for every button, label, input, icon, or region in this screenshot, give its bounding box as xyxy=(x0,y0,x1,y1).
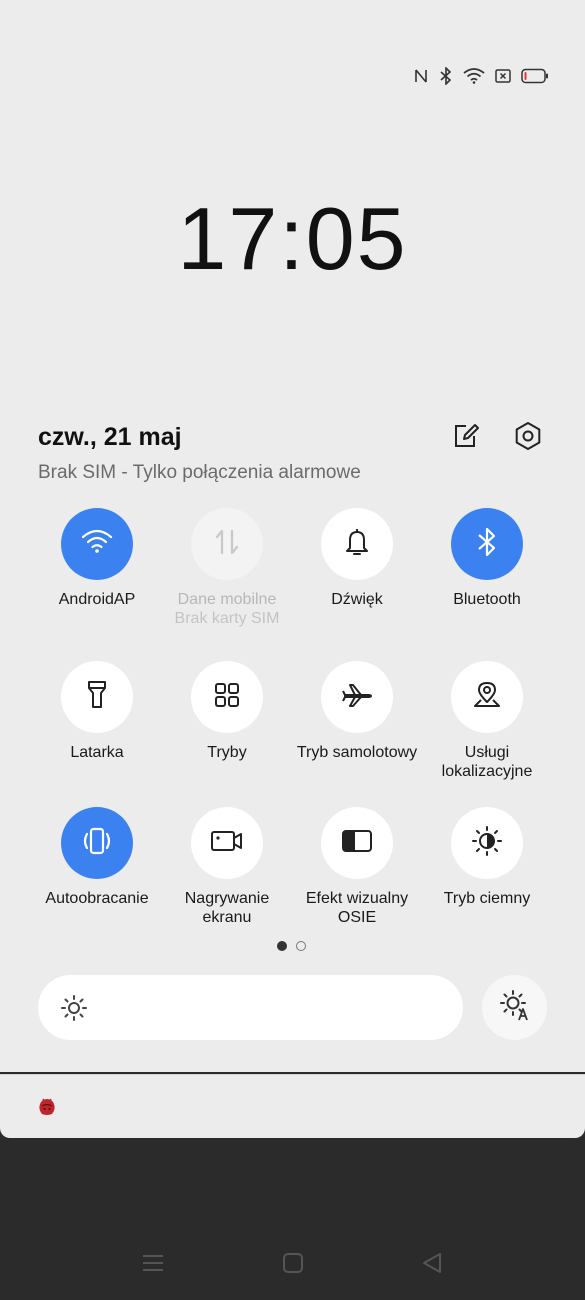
tile-dark-mode[interactable]: Tryb ciemny xyxy=(422,807,552,908)
tile-flashlight[interactable]: Latarka xyxy=(32,661,162,762)
date-label[interactable]: czw., 21 maj xyxy=(38,423,182,452)
status-bar-icons xyxy=(413,64,549,88)
tile-wifi-label: AndroidAP xyxy=(58,591,136,608)
settings-button[interactable] xyxy=(510,420,546,456)
tile-osie-effect-label: Efekt wizualny OSIE xyxy=(305,890,409,926)
auto-rotate-icon xyxy=(80,825,114,862)
dark-mode-icon xyxy=(471,825,503,862)
no-sim-icon xyxy=(495,69,511,83)
tile-screen-record-label: Nagrywanie ekranu xyxy=(184,890,270,926)
tile-mobile-data-button[interactable] xyxy=(191,508,263,580)
edit-button[interactable] xyxy=(448,420,484,456)
tile-screen-record[interactable]: Nagrywanie ekranu xyxy=(162,807,292,927)
airplane-icon xyxy=(341,681,373,714)
back-button[interactable] xyxy=(419,1252,445,1278)
edit-icon xyxy=(452,422,480,455)
bluetooth-icon xyxy=(439,67,453,85)
tile-flashlight-button[interactable] xyxy=(61,661,133,733)
sim-status: Brak SIM - Tylko połączenia alarmowe xyxy=(38,462,361,483)
tile-airplane-label: Tryb samolotowy xyxy=(296,744,418,761)
tile-modes-label: Tryby xyxy=(207,744,247,761)
quick-settings-panel: 17:05 czw., 21 maj Brak SIM - Tylko połą… xyxy=(0,0,585,1072)
mobile-data-icon xyxy=(213,527,241,562)
tile-location[interactable]: Usługi lokalizacyjne xyxy=(422,661,552,781)
osie-effect-icon xyxy=(341,828,373,859)
tile-sound-button[interactable] xyxy=(321,508,393,580)
tile-osie-effect-button[interactable] xyxy=(321,807,393,879)
tile-bluetooth-button[interactable] xyxy=(451,508,523,580)
wifi-icon xyxy=(463,68,485,84)
home-button[interactable] xyxy=(280,1252,306,1278)
page-dot-1[interactable] xyxy=(277,941,287,951)
nfc-icon xyxy=(413,68,429,84)
tile-flashlight-label: Latarka xyxy=(70,744,124,761)
tile-wifi[interactable]: AndroidAP xyxy=(32,508,162,609)
wifi-icon xyxy=(80,528,114,561)
battery-low-icon xyxy=(521,68,549,84)
tile-modes[interactable]: Tryby xyxy=(162,661,292,762)
tile-airplane-button[interactable] xyxy=(321,661,393,733)
tile-mobile-data-sub: Brak karty SIM xyxy=(174,610,280,627)
tile-osie-effect[interactable]: Efekt wizualny OSIE xyxy=(292,807,422,927)
tile-dark-mode-label: Tryb ciemny xyxy=(443,890,531,907)
tile-wifi-button[interactable] xyxy=(61,508,133,580)
page-indicator xyxy=(277,941,306,951)
menu-icon xyxy=(141,1252,165,1279)
tile-sound[interactable]: Dźwięk xyxy=(292,508,422,609)
tile-bluetooth[interactable]: Bluetooth xyxy=(422,508,552,609)
bell-icon xyxy=(343,527,371,562)
tile-airplane[interactable]: Tryb samolotowy xyxy=(292,661,422,762)
tile-auto-rotate-button[interactable] xyxy=(61,807,133,879)
page-dot-2[interactable] xyxy=(296,941,306,951)
settings-icon xyxy=(513,421,543,456)
brightness-slider[interactable] xyxy=(38,975,463,1040)
recents-button[interactable] xyxy=(140,1252,166,1278)
tile-sound-label: Dźwięk xyxy=(331,591,383,608)
tile-location-label: Usługi lokalizacyjne xyxy=(441,744,533,780)
tile-modes-button[interactable] xyxy=(191,661,263,733)
tile-auto-rotate-label: Autoobracanie xyxy=(45,890,149,907)
clock: 17:05 xyxy=(177,189,408,288)
location-icon xyxy=(472,680,502,715)
auto-brightness-button[interactable] xyxy=(482,975,547,1040)
tile-auto-rotate[interactable]: Autoobracanie xyxy=(32,807,162,908)
tile-mobile-data[interactable]: Dane mobilne Brak karty SIM xyxy=(162,508,292,628)
flashlight-icon xyxy=(85,679,109,716)
home-square-icon xyxy=(282,1252,304,1279)
notification-shelf[interactable] xyxy=(0,1074,585,1138)
navigation-bar xyxy=(0,1240,585,1288)
tile-bluetooth-label: Bluetooth xyxy=(453,591,521,608)
screen-record-icon xyxy=(210,828,244,859)
tile-location-button[interactable] xyxy=(451,661,523,733)
auto-brightness-icon xyxy=(498,988,532,1027)
tile-dark-mode-button[interactable] xyxy=(451,807,523,879)
modes-grid-icon xyxy=(213,681,241,714)
tile-mobile-data-label: Dane mobilne xyxy=(177,591,277,608)
antutu-icon[interactable] xyxy=(37,1097,57,1122)
brightness-sun-icon xyxy=(60,994,88,1027)
back-triangle-icon xyxy=(421,1251,443,1280)
bluetooth-icon xyxy=(476,527,498,562)
tile-screen-record-button[interactable] xyxy=(191,807,263,879)
